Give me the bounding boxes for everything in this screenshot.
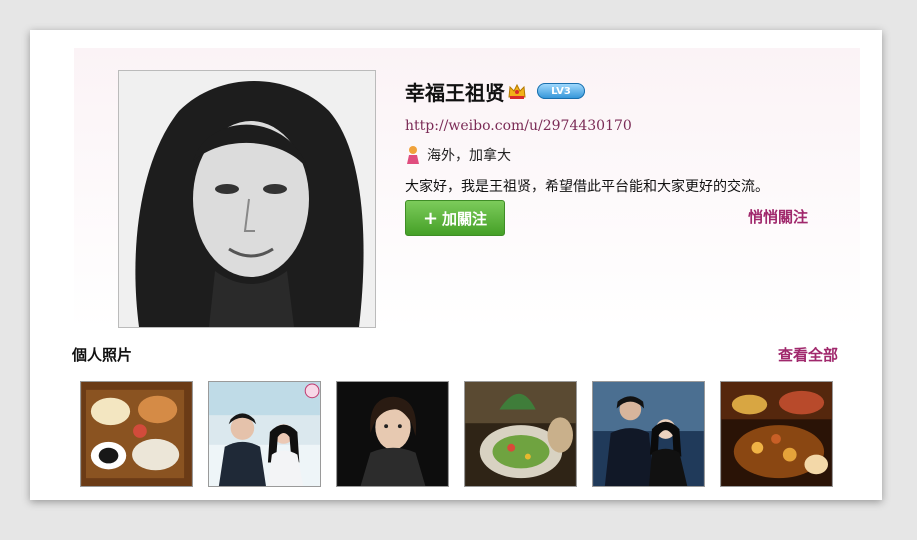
profile-card: 幸福王祖贤 LV3 http://weibo.com/u/2974430170 … <box>30 30 882 500</box>
photo-thumbnail-couple-snow[interactable] <box>208 381 321 487</box>
profile-header: 幸福王祖贤 LV3 http://weibo.com/u/2974430170 … <box>74 48 860 330</box>
location-row: 海外，加拿大 <box>405 144 511 166</box>
profile-name: 幸福王祖贤 <box>405 80 505 105</box>
view-all-photos-link[interactable]: 查看全部 <box>778 344 838 365</box>
level-badge: LV3 <box>537 83 585 99</box>
avatar-portrait-image <box>119 71 375 327</box>
photo-thumbnail-couple-night[interactable] <box>592 381 705 487</box>
follow-button-label: 加關注 <box>442 209 488 228</box>
quiet-follow-link[interactable]: 悄悄關注 <box>748 206 808 227</box>
photos-section-title: 個人照片 <box>72 346 133 364</box>
plus-icon: + <box>422 207 439 229</box>
photo-thumbnails <box>80 381 840 487</box>
location-person-icon <box>407 146 419 164</box>
crown-icon <box>508 83 526 99</box>
photo-thumbnail-dinner-dishes[interactable] <box>720 381 833 487</box>
photo-thumbnail-salad-plate[interactable] <box>464 381 577 487</box>
follow-button[interactable]: + 加關注 <box>405 200 505 236</box>
profile-avatar[interactable] <box>118 70 376 328</box>
name-row: 幸福王祖贤 LV3 <box>405 74 585 108</box>
bio-text: 大家好，我是王祖贤，希望借此平台能和大家更好的交流。 <box>405 179 769 195</box>
photo-thumbnail-food-table[interactable] <box>80 381 193 487</box>
profile-url-link[interactable]: http://weibo.com/u/2974430170 <box>405 118 632 134</box>
location-text: 海外，加拿大 <box>427 148 511 164</box>
photo-thumbnail-woman-portrait[interactable] <box>336 381 449 487</box>
